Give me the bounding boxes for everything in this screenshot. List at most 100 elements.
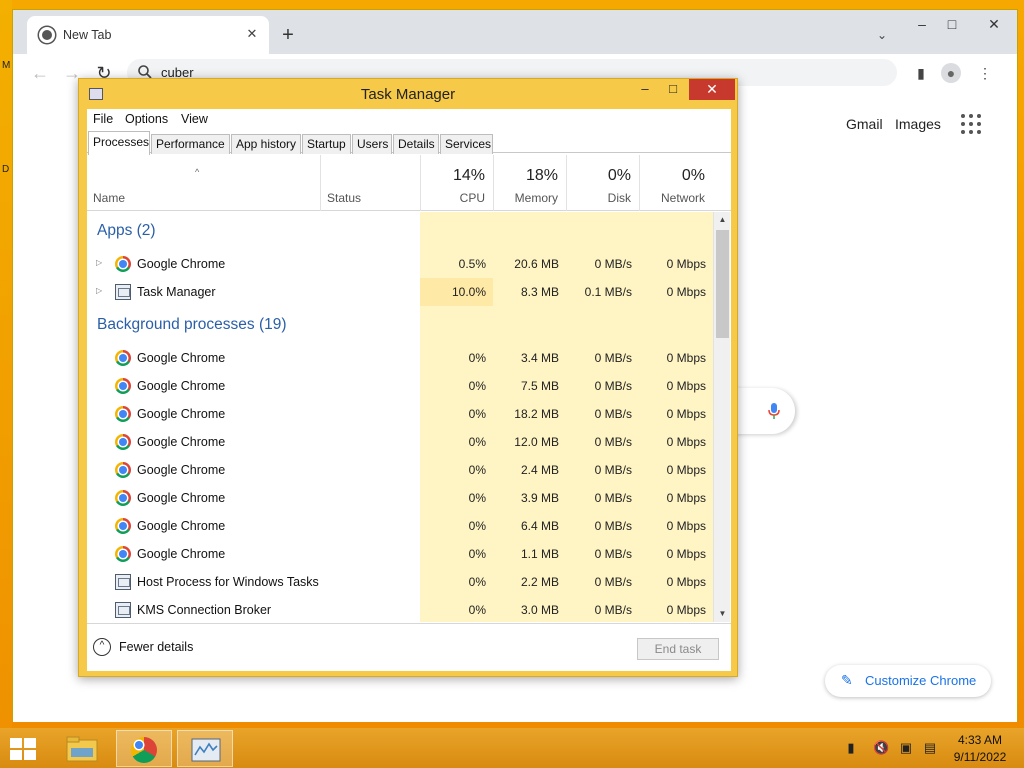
chrome-icon: [115, 490, 131, 506]
process-row[interactable]: Google Chrome 0% 3.9 MB 0 MB/s 0 Mbps: [87, 484, 713, 512]
menu-options[interactable]: Options: [125, 112, 168, 126]
tab-new-tab[interactable]: New Tab ✕: [27, 16, 269, 54]
process-cpu-cell: 10.0%: [420, 278, 493, 306]
process-network-value: 0 Mbps: [666, 257, 706, 271]
process-disk-cell: 0 MB/s: [566, 400, 639, 428]
expand-arrow-icon[interactable]: ▷: [96, 286, 102, 295]
task-manager-taskbar-button[interactable]: [177, 730, 233, 767]
column-disk[interactable]: 0% Disk: [566, 155, 639, 211]
volume-muted-icon[interactable]: 🔇: [873, 740, 889, 756]
tab-processes[interactable]: Processes: [88, 131, 150, 155]
column-network[interactable]: 0% Network: [639, 155, 713, 211]
process-row[interactable]: Google Chrome 0% 3.4 MB 0 MB/s 0 Mbps: [87, 344, 713, 372]
back-icon[interactable]: ←: [29, 62, 51, 84]
process-row[interactable]: Google Chrome 0% 7.5 MB 0 MB/s 0 Mbps: [87, 372, 713, 400]
chrome-tab-icon: [39, 27, 55, 43]
tm-close-button[interactable]: ✕: [689, 79, 735, 100]
group-label: Background processes (19): [97, 316, 287, 333]
column-name[interactable]: Name: [93, 191, 125, 205]
menu-view[interactable]: View: [181, 112, 208, 126]
end-task-button[interactable]: End task: [637, 638, 719, 660]
apps-grid-icon[interactable]: [961, 114, 981, 134]
expand-arrow-icon[interactable]: ▷: [96, 258, 102, 267]
profile-icon[interactable]: ●: [941, 63, 961, 83]
column-status-cell[interactable]: Status: [320, 155, 420, 211]
chrome-icon: [115, 378, 131, 394]
process-row[interactable]: Host Process for Windows Tasks 0% 2.2 MB 0 …: [87, 568, 713, 596]
vertical-scrollbar[interactable]: ▲ ▼: [713, 212, 730, 622]
menu-icon[interactable]: ⋮: [975, 63, 995, 83]
images-link[interactable]: Images: [895, 116, 941, 132]
desktop-icon-label-2: D: [2, 164, 10, 175]
action-center-icon[interactable]: ▮: [843, 740, 859, 756]
disk-total: 0%: [607, 167, 631, 184]
battery-icon[interactable]: ▤: [922, 740, 938, 756]
process-row[interactable]: ▷ Task Manager 10.0% 8.3 MB 0.1 MB/s 0 Mbps: [87, 278, 713, 306]
file-explorer-taskbar-button[interactable]: [54, 730, 110, 767]
fewer-details-link[interactable]: Fewer details: [119, 640, 193, 654]
process-disk-cell: 0 MB/s: [566, 456, 639, 484]
process-memory-cell: 20.6 MB: [493, 250, 566, 278]
process-disk-cell: 0.1 MB/s: [566, 278, 639, 306]
tab-close-icon[interactable]: ✕: [243, 25, 261, 43]
gmail-link[interactable]: Gmail: [846, 116, 883, 132]
group-network-cell: [639, 306, 713, 344]
clock-date[interactable]: 9/11/2022: [950, 750, 1010, 764]
task-manager-titlebar[interactable]: Task Manager – □ ✕: [79, 79, 737, 109]
process-row[interactable]: Google Chrome 0% 6.4 MB 0 MB/s 0 Mbps: [87, 512, 713, 540]
process-row[interactable]: Google Chrome 0% 1.1 MB 0 MB/s 0 Mbps: [87, 540, 713, 568]
process-row[interactable]: KMS Connection Broker 0% 3.0 MB 0 MB/s 0 Mbp…: [87, 596, 713, 622]
tab-services[interactable]: Services: [440, 134, 493, 154]
process-disk-cell: 0 MB/s: [566, 372, 639, 400]
microphone-icon[interactable]: [767, 402, 781, 420]
task-manager-body: File Options View Processes Performance …: [87, 109, 731, 671]
column-cpu[interactable]: 14% CPU: [420, 155, 493, 211]
process-memory-cell: 12.0 MB: [493, 428, 566, 456]
process-name: Task Manager: [137, 285, 216, 299]
tab-app-history[interactable]: App history: [231, 134, 301, 154]
minimize-button[interactable]: –: [907, 14, 937, 34]
scroll-up-icon[interactable]: ▲: [714, 212, 731, 228]
start-windows-icon[interactable]: [10, 738, 38, 760]
pencil-icon: ✎: [841, 672, 853, 688]
process-row[interactable]: Google Chrome 0% 18.2 MB 0 MB/s 0 Mbps: [87, 400, 713, 428]
process-disk-value: 0 MB/s: [594, 575, 632, 589]
process-row[interactable]: ▷ Google Chrome 0.5% 20.6 MB 0 MB/s 0 Mbps: [87, 250, 713, 278]
fewer-details-icon[interactable]: ^: [93, 638, 111, 656]
process-network-value: 0 Mbps: [666, 285, 706, 299]
task-manager-taskbar-icon: [191, 738, 221, 762]
process-network-value: 0 Mbps: [666, 407, 706, 421]
network-icon[interactable]: ▣: [898, 740, 914, 756]
process-cpu-value: 0%: [468, 463, 486, 477]
customize-chrome-button[interactable]: ✎ Customize Chrome: [825, 665, 991, 697]
process-network-cell: 0 Mbps: [639, 428, 713, 456]
tab-startup[interactable]: Startup: [302, 134, 351, 154]
process-network-value: 0 Mbps: [666, 435, 706, 449]
scroll-down-icon[interactable]: ▼: [714, 606, 731, 622]
menu-file[interactable]: File: [93, 112, 113, 126]
process-network-value: 0 Mbps: [666, 491, 706, 505]
process-network-value: 0 Mbps: [666, 519, 706, 533]
tab-details[interactable]: Details: [393, 134, 439, 154]
column-memory[interactable]: 18% Memory: [493, 155, 566, 211]
process-cpu-value: 0%: [468, 547, 486, 561]
tm-minimize-button[interactable]: –: [631, 79, 659, 100]
process-row[interactable]: Google Chrome 0% 12.0 MB 0 MB/s 0 Mbps: [87, 428, 713, 456]
tab-search-icon[interactable]: ⌄: [877, 28, 887, 42]
process-cpu-value: 0%: [468, 603, 486, 617]
close-button[interactable]: ✕: [979, 14, 1009, 34]
clock-time[interactable]: 4:33 AM: [955, 733, 1005, 747]
tab-users[interactable]: Users: [352, 134, 392, 154]
chrome-taskbar-button[interactable]: [116, 730, 172, 767]
side-panel-icon[interactable]: ▮: [911, 63, 931, 83]
process-row[interactable]: Google Chrome 0% 2.4 MB 0 MB/s 0 Mbps: [87, 456, 713, 484]
process-memory-cell: 2.4 MB: [493, 456, 566, 484]
scroll-thumb[interactable]: [716, 230, 729, 338]
tm-maximize-button[interactable]: □: [659, 79, 687, 100]
group-label: Apps (2): [97, 222, 156, 239]
tab-performance[interactable]: Performance: [151, 134, 230, 154]
maximize-button[interactable]: □: [937, 14, 967, 34]
process-name: Google Chrome: [137, 463, 226, 477]
new-tab-button[interactable]: +: [277, 24, 299, 46]
process-network-cell: 0 Mbps: [639, 484, 713, 512]
